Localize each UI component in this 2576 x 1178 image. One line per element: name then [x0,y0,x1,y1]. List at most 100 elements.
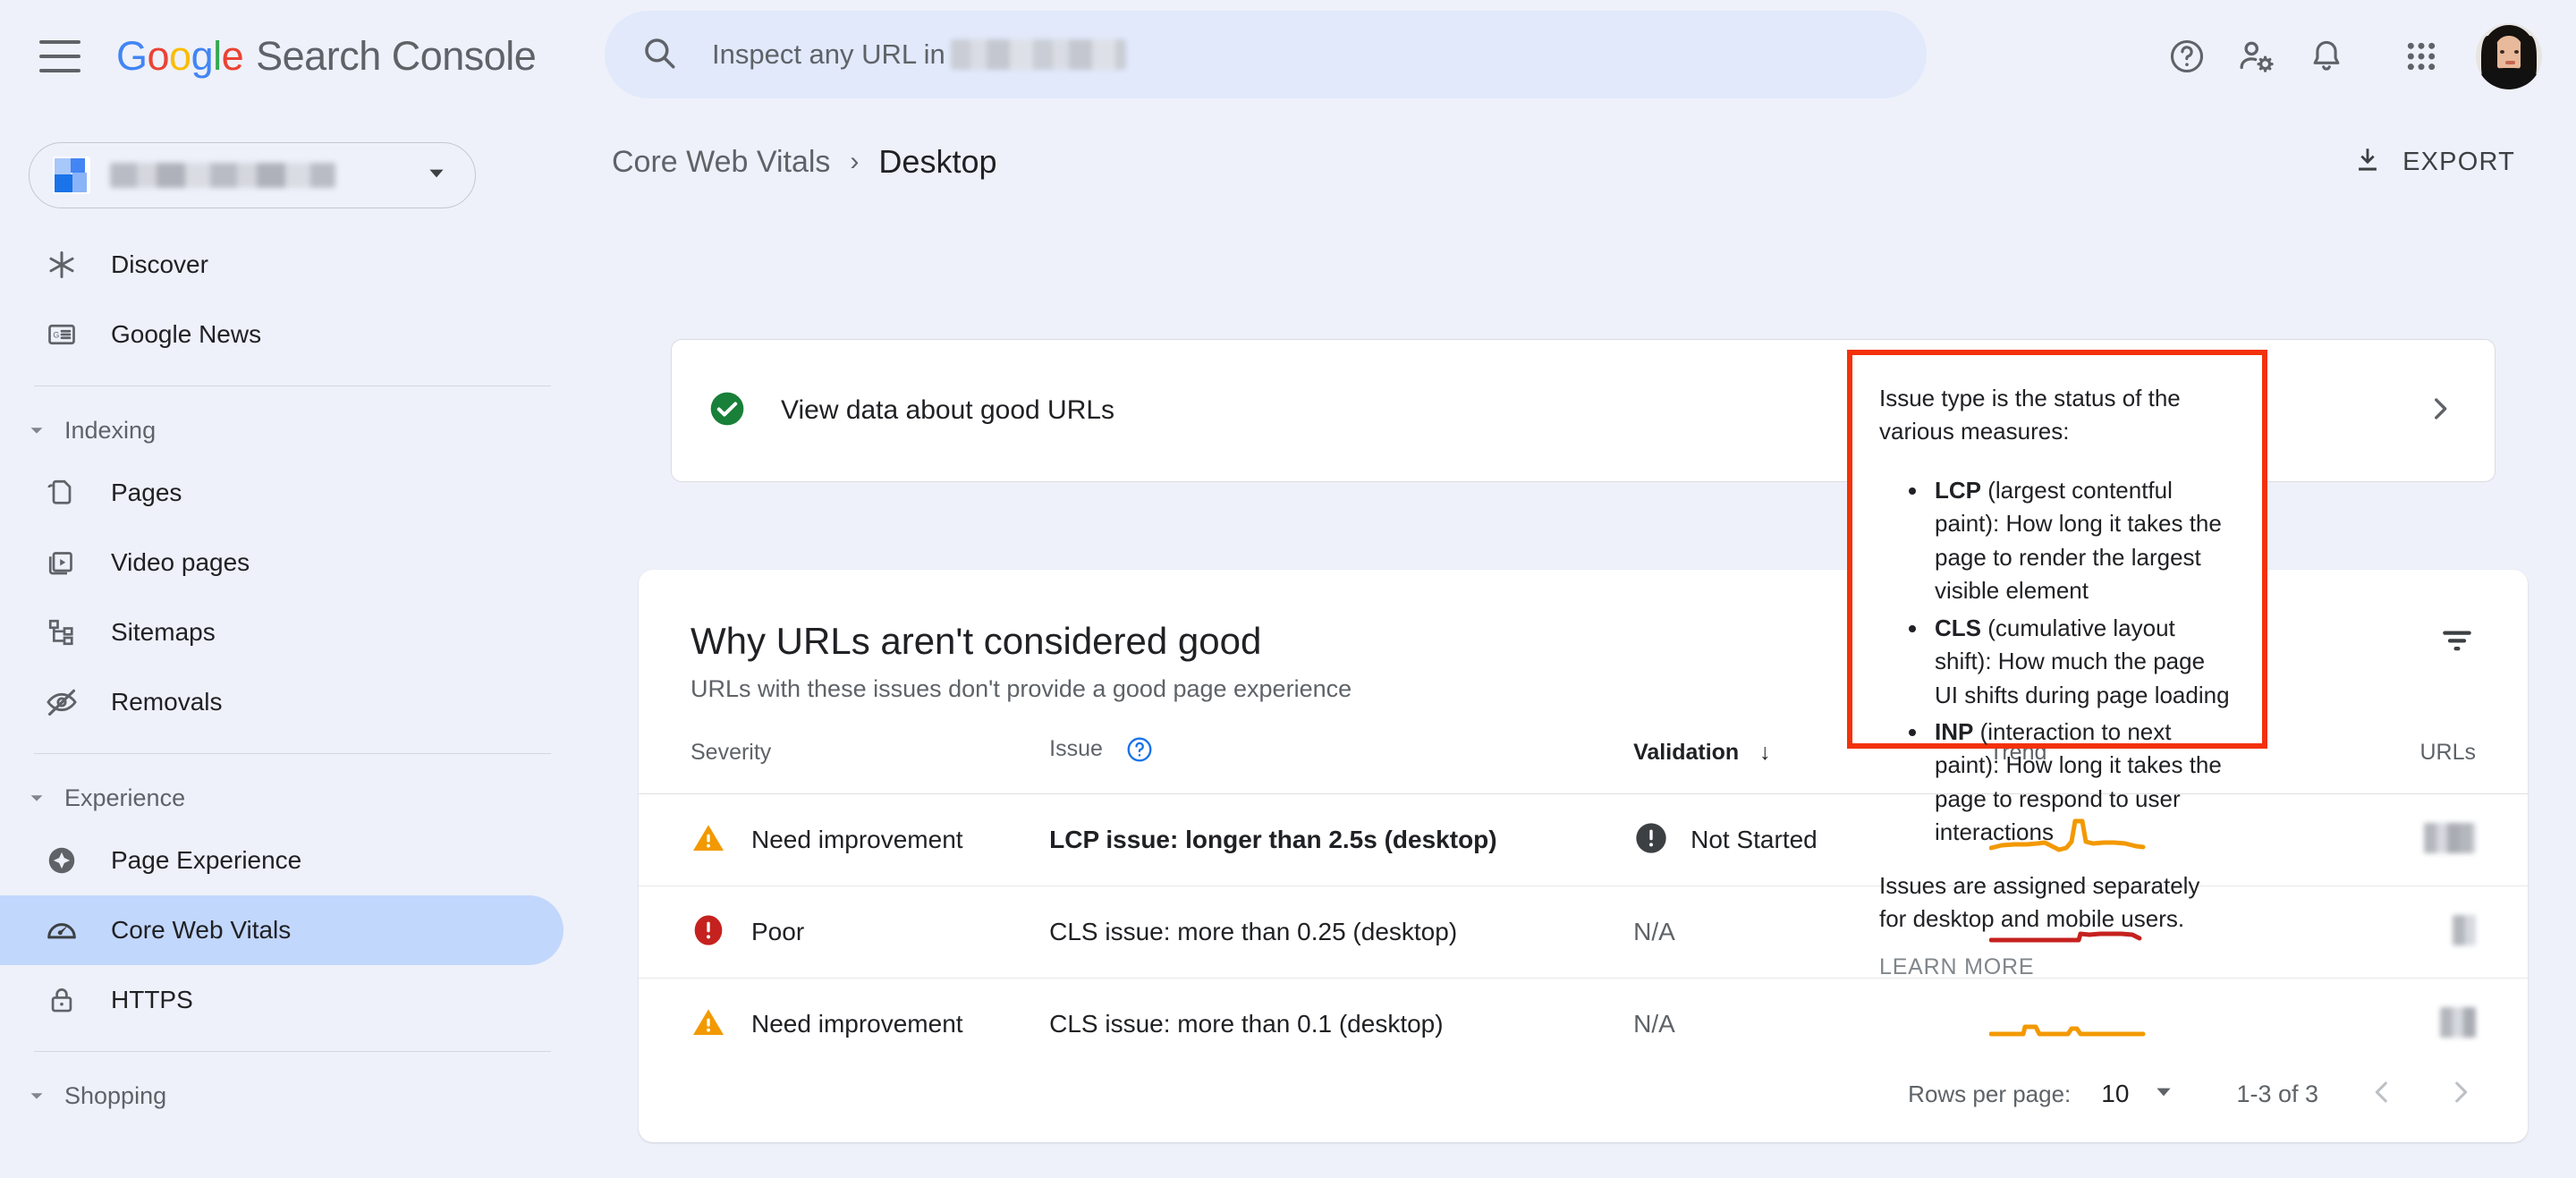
column-header-urls[interactable]: URLs [2309,735,2528,794]
issues-table: Severity Issue Validation ↓ Trend URLs N… [639,735,2528,1071]
rows-per-page-value[interactable]: 10 [2101,1080,2129,1108]
severity-label: Poor [751,918,805,945]
page-title: Desktop [878,143,997,180]
redacted-domain [950,39,1126,70]
sidebar-group-label: Experience [64,784,186,811]
issue-label: CLS issue: more than 0.1 (desktop) [1049,1010,1444,1038]
warning-triangle-icon [691,1004,726,1045]
cell-severity: Poor [639,886,1050,979]
not-started-icon [1633,820,1669,860]
sidebar-divider [34,1051,551,1052]
search-input[interactable]: Inspect any URL in [605,11,1927,98]
download-icon [2352,145,2383,180]
urls-count-redacted [2440,1006,2476,1038]
sidebar-item-label: Discover [111,250,208,278]
sidebar-item-removals[interactable]: Removals [0,667,564,737]
https-lock-icon [41,985,82,1015]
trend-sparkline [1988,1024,2146,1037]
table-row[interactable]: Poor CLS issue: more than 0.25 (desktop)… [639,886,2528,979]
caret-down-icon[interactable] [2152,1081,2175,1108]
user-settings-icon[interactable] [2222,21,2292,91]
apps-grid-icon[interactable] [2386,21,2456,91]
sidebar-group-shopping[interactable]: Shopping [0,1068,590,1123]
notifications-bell-icon[interactable] [2292,21,2361,91]
tooltip-definition: (interaction to next paint): How long it… [1935,717,2222,846]
avatar[interactable] [2476,22,2542,89]
cell-urls [2309,886,2528,979]
search-icon [640,34,678,76]
discover-asterisk-icon [41,249,82,281]
breadcrumb-parent[interactable]: Core Web Vitals [612,145,830,180]
search-console-page: Google Search Console Inspect any URL in [0,0,2576,1178]
sidebar-item-label: Video pages [111,548,250,576]
tooltip-learn-more-link[interactable]: LEARN MORE [1879,954,2232,980]
sidebar-item-label: Removals [111,688,223,716]
sidebar-item-video-pages[interactable]: Video pages [0,528,564,597]
column-header-issue-label: Issue [1049,736,1103,761]
good-urls-label: View data about good URLs [781,395,1115,425]
breadcrumb: Core Web Vitals › Desktop EXPORT [590,112,2576,212]
urls-count-redacted [2424,822,2476,853]
sitemaps-icon [41,616,82,648]
page-experience-icon [41,844,82,877]
sidebar-item-page-experience[interactable]: Page Experience [0,826,564,895]
severity-label: Need improvement [751,826,963,853]
chevron-left-icon[interactable] [2367,1077,2397,1112]
core-web-vitals-speedometer-icon [41,913,82,947]
chevron-right-icon [2425,394,2455,428]
sidebar-item-label: Google News [111,320,262,348]
issue-type-tooltip: Issue type is the status of the various … [1847,350,2267,979]
sidebar-item-sitemaps[interactable]: Sitemaps [0,597,564,667]
sidebar-divider [34,753,551,754]
svg-text:G: G [53,331,59,340]
sidebar-item-https[interactable]: HTTPS [0,965,564,1035]
hamburger-menu-icon[interactable] [39,39,80,72]
urls-count-redacted [2453,914,2476,945]
sidebar-item-discover[interactable]: Discover [0,230,564,300]
sort-descending-icon: ↓ [1759,740,1771,765]
cell-urls [2309,793,2528,886]
google-logo: Google [116,32,244,79]
help-circle-icon[interactable] [1125,735,1154,770]
sidebar-group-indexing[interactable]: Indexing [0,403,590,458]
severity-label: Need improvement [751,1010,963,1038]
property-name-redacted [110,163,335,188]
cell-issue: LCP issue: longer than 2.5s (desktop) [1049,793,1634,886]
list-item: CLS (cumulative layout shift): How much … [1929,612,2232,712]
list-item: LCP (largest contentful paint): How long… [1929,474,2232,608]
product-name: Search Console [256,32,537,79]
tooltip-term: INP [1935,717,1974,745]
table-row[interactable]: Need improvement LCP issue: longer than … [639,793,2528,886]
google-news-icon: G [41,318,82,351]
column-header-severity[interactable]: Severity [639,735,1050,794]
column-header-issue[interactable]: Issue [1049,735,1634,794]
cell-severity: Need improvement [639,793,1050,886]
sidebar-item-label: Sitemaps [111,618,216,646]
issue-label: CLS issue: more than 0.25 (desktop) [1049,918,1458,945]
table-pagination: Rows per page: 10 1-3 of 3 [639,1046,2528,1142]
pages-icon [41,477,82,509]
sidebar-item-pages[interactable]: Pages [0,458,564,528]
chevron-down-icon [21,1086,52,1106]
chevron-right-icon[interactable] [2445,1077,2476,1112]
error-circle-icon [691,912,726,953]
filter-icon[interactable] [2438,622,2476,664]
main-content: Core Web Vitals › Desktop EXPORT View da… [590,112,2576,1178]
sidebar-group-experience[interactable]: Experience [0,770,590,826]
video-pages-icon [41,547,82,579]
list-item: INP (interaction to next paint): How lon… [1929,716,2232,850]
chevron-down-icon [21,420,52,440]
sidebar-item-label: Pages [111,479,182,506]
property-selector[interactable] [29,142,476,208]
sidebar-item-core-web-vitals[interactable]: Core Web Vitals [0,895,564,965]
top-app-bar: Google Search Console Inspect any URL in [0,0,2576,112]
pagination-range: 1-3 of 3 [2236,1080,2318,1107]
chevron-down-icon [21,788,52,808]
sidebar-item-google-news[interactable]: G Google News [0,300,564,369]
search-placeholder: Inspect any URL in [712,38,945,70]
help-icon[interactable] [2152,21,2222,91]
export-button[interactable]: EXPORT [2340,136,2528,189]
sidebar: Discover G Google News Indexing Pages Vi… [0,112,590,1178]
table-body: Need improvement LCP issue: longer than … [639,793,2528,1071]
sidebar-item-label: Core Web Vitals [111,916,292,944]
